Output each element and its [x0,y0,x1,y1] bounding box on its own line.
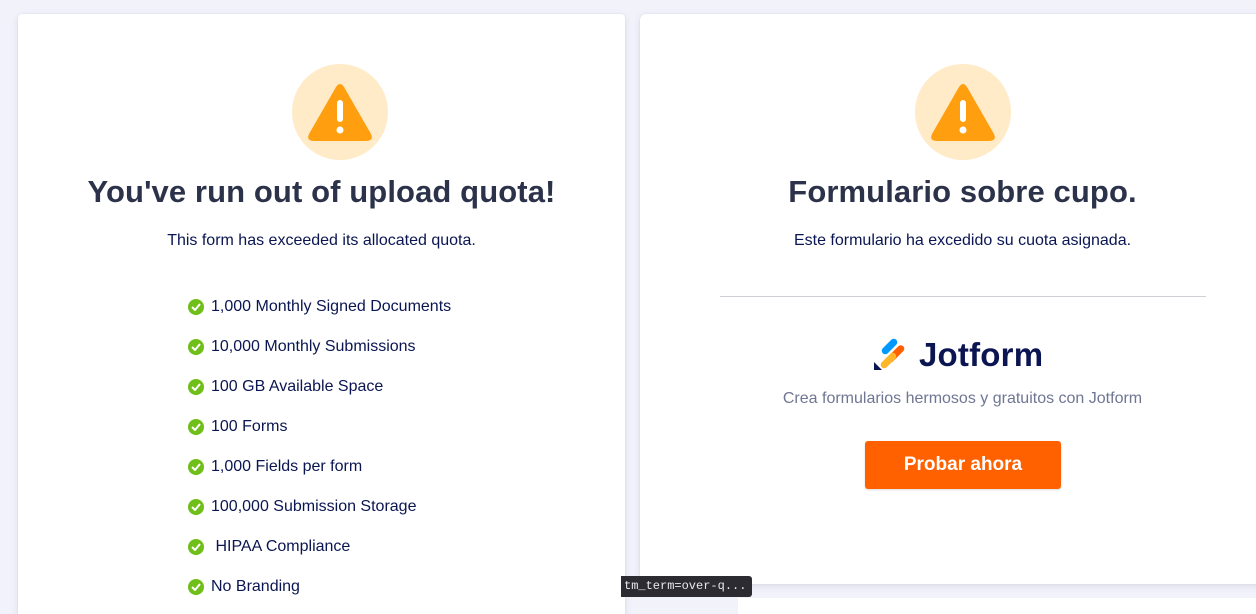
feature-label: 100 GB Available Space [211,378,384,395]
check-circle-icon [188,299,204,315]
feature-label: 100,000 Submission Storage [211,498,417,515]
list-item: 1,000 Monthly Signed Documents [188,297,451,317]
warning-badge [915,64,1011,160]
list-item: 1,000 Fields per form [188,457,451,477]
try-now-button[interactable]: Probar ahora [865,441,1061,489]
feature-label: No Branding [211,578,300,595]
check-circle-icon [188,339,204,355]
feature-label: 10,000 Monthly Submissions [211,338,416,355]
brand-name: Jotform [919,336,1044,373]
check-circle-icon [188,379,204,395]
check-circle-icon [188,499,204,515]
feature-list: 1,000 Monthly Signed Documents 10,000 Mo… [188,297,451,614]
list-item: HIPAA Compliance [188,537,451,557]
feature-label: HIPAA Compliance [211,538,351,555]
list-item: 100 GB Available Space [188,377,451,397]
list-item: 100 Forms [188,417,451,437]
check-circle-icon [188,539,204,555]
feature-label: 100 Forms [211,418,288,435]
feature-label: 1,000 Monthly Signed Documents [211,298,452,315]
warning-triangle-icon [931,84,995,141]
quota-card-english: You've run out of upload quota! This for… [18,14,625,614]
warning-badge [292,64,388,160]
check-circle-icon [188,419,204,435]
list-item: 10,000 Monthly Submissions [188,337,451,357]
quota-card-spanish: Formulario sobre cupo. Este formulario h… [640,14,1256,584]
page-subtitle: This form has exceeded its allocated quo… [167,232,476,249]
feature-label: 1,000 Fields per form [211,458,363,475]
divider [720,296,1206,297]
list-item: No Branding [188,577,451,597]
page: You've run out of upload quota! This for… [0,0,1256,614]
jotform-logo [873,338,905,372]
check-circle-icon [188,459,204,475]
list-item: 100,000 Submission Storage [188,497,451,517]
warning-triangle-icon [308,84,372,141]
page-title: You've run out of upload quota! [87,174,556,209]
bottom-panel-edge [738,598,1256,614]
check-circle-icon [188,579,204,595]
jotform-brand-link[interactable]: Jotform [873,336,1043,374]
tagline: Crea formularios hermosos y gratuitos co… [782,390,1143,407]
status-bar-url: tm_term=over-q... [621,576,753,597]
page-title: Formulario sobre cupo. [788,174,1137,209]
page-subtitle: Este formulario ha excedido su cuota asi… [793,232,1132,249]
